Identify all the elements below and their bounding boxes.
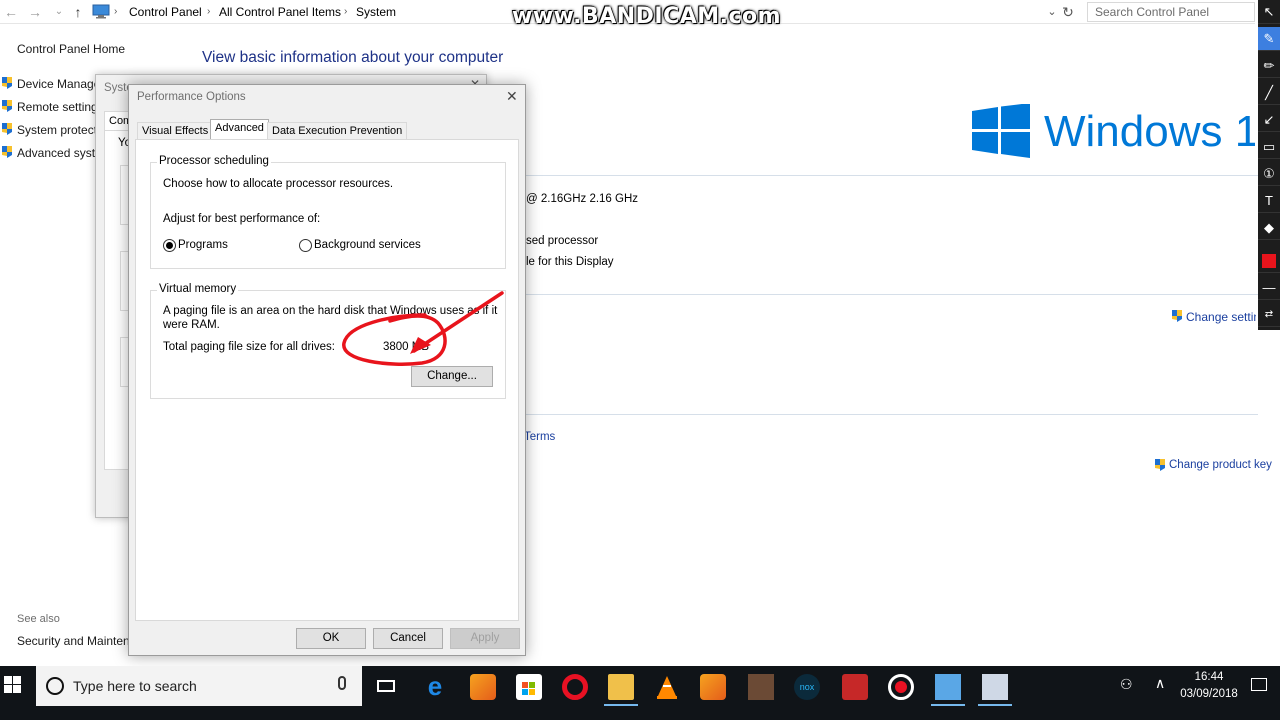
license-terms-link[interactable]: Terms bbox=[524, 431, 555, 443]
anydesk-icon[interactable] bbox=[842, 674, 868, 700]
dialog-title: Performance Options bbox=[137, 91, 246, 103]
vlc-icon[interactable] bbox=[654, 674, 680, 700]
section-divider bbox=[526, 175, 1258, 176]
stroke-width-icon[interactable]: — bbox=[1258, 276, 1280, 300]
ok-button[interactable]: OK bbox=[296, 628, 366, 649]
edge-browser-icon[interactable]: e bbox=[422, 673, 448, 700]
arrow-icon[interactable]: ↙ bbox=[1258, 108, 1280, 132]
system-type-value: sed processor bbox=[526, 235, 599, 247]
shield-icon bbox=[2, 77, 12, 89]
programs-radio[interactable] bbox=[163, 239, 176, 252]
bandicam-record-icon[interactable] bbox=[888, 674, 914, 700]
security-maintenance-link[interactable]: Security and Maintena bbox=[17, 634, 136, 648]
nav-device-manager[interactable]: Device Manage bbox=[17, 77, 100, 91]
cortana-circle-icon bbox=[46, 677, 64, 695]
control-panel-app-icon[interactable] bbox=[931, 674, 965, 706]
clock-date[interactable]: 03/09/2018 bbox=[1176, 688, 1242, 700]
close-icon[interactable]: ✕ bbox=[506, 88, 518, 105]
background-services-radio[interactable] bbox=[299, 239, 312, 252]
nav-advanced-system-settings[interactable]: Advanced syste bbox=[17, 146, 102, 160]
rectangle-icon[interactable]: ▭ bbox=[1258, 135, 1280, 159]
start-windows-icon[interactable] bbox=[4, 676, 22, 694]
chevron-up-icon[interactable]: ∧ bbox=[1155, 675, 1165, 692]
nox-player-icon[interactable]: nox bbox=[794, 674, 820, 700]
tab-advanced[interactable]: Advanced bbox=[210, 119, 269, 140]
change-settings-link[interactable]: Change settin bbox=[1186, 310, 1256, 324]
fl-studio-icon[interactable] bbox=[700, 674, 726, 700]
nav-remote-settings[interactable]: Remote setting bbox=[17, 100, 98, 114]
shield-icon bbox=[2, 123, 12, 135]
control-panel-home-link[interactable]: Control Panel Home bbox=[17, 42, 125, 56]
taskbar: Type here to search e nox ⚇ ∧ 16:44 03/0… bbox=[0, 666, 1280, 720]
taskbar-search-placeholder: Type here to search bbox=[73, 678, 197, 694]
microphone-icon[interactable] bbox=[338, 676, 346, 690]
processor-description: Choose how to allocate processor resourc… bbox=[163, 178, 394, 190]
store-bag-icon[interactable] bbox=[516, 674, 542, 700]
color-swatch-icon[interactable] bbox=[1258, 249, 1280, 273]
see-also-heading: See also bbox=[17, 613, 60, 625]
task-view-icon[interactable] bbox=[374, 674, 400, 700]
line-icon[interactable]: ╱ bbox=[1258, 81, 1280, 105]
back-arrow-icon[interactable]: ← bbox=[2, 3, 20, 21]
virtual-memory-description-2: were RAM. bbox=[163, 319, 220, 331]
cancel-button[interactable]: Cancel bbox=[373, 628, 443, 649]
shield-icon bbox=[2, 146, 12, 158]
app-thumbnail-icon[interactable] bbox=[748, 674, 774, 700]
red-circle-arrow-annotation bbox=[342, 291, 504, 366]
fl-studio-icon[interactable] bbox=[470, 674, 496, 700]
group-label: Processor scheduling bbox=[157, 155, 271, 167]
background-services-label[interactable]: Background services bbox=[314, 239, 421, 251]
text-icon[interactable]: T bbox=[1258, 189, 1280, 213]
shield-icon bbox=[2, 100, 12, 112]
windows-flag-icon bbox=[972, 103, 1030, 158]
group-label: Virtual memory bbox=[157, 283, 239, 295]
apply-button: Apply bbox=[450, 628, 520, 649]
section-divider bbox=[526, 414, 1258, 415]
drawing-toolbar: ↖ ✎ ✏ ╱ ↙ ▭ ① T ◆ — ⇄ bbox=[1258, 0, 1280, 330]
recent-chevron-icon[interactable]: ⌄ bbox=[50, 3, 68, 21]
section-divider bbox=[526, 294, 1258, 295]
opera-icon[interactable] bbox=[562, 674, 588, 700]
eraser-icon[interactable]: ◆ bbox=[1258, 216, 1280, 240]
pen-touch-value: le for this Display bbox=[526, 256, 614, 268]
taskbar-search-box[interactable]: Type here to search bbox=[36, 666, 362, 706]
action-center-icon[interactable] bbox=[1251, 678, 1267, 691]
breadcrumb-control-panel[interactable]: Control Panel bbox=[129, 3, 202, 21]
forward-arrow-icon[interactable]: → bbox=[26, 3, 44, 21]
bandicam-watermark: www.BANDICAM.com bbox=[512, 4, 782, 29]
shield-icon bbox=[1155, 459, 1165, 471]
change-product-key-link[interactable]: Change product key bbox=[1169, 459, 1272, 471]
page-title: View basic information about your comput… bbox=[202, 49, 504, 66]
refresh-icon[interactable]: ↻ bbox=[1059, 3, 1077, 21]
adjust-label: Adjust for best performance of: bbox=[163, 213, 321, 225]
windows-logo bbox=[972, 103, 1030, 161]
tab-visual-effects[interactable]: Visual Effects bbox=[137, 122, 214, 140]
nav-system-protection[interactable]: System protecti bbox=[17, 123, 100, 137]
programs-label[interactable]: Programs bbox=[178, 239, 228, 251]
file-explorer-icon[interactable] bbox=[604, 674, 638, 706]
numbering-icon[interactable]: ① bbox=[1258, 162, 1280, 186]
tab-data-execution-prevention[interactable]: Data Execution Prevention bbox=[267, 122, 408, 140]
breadcrumb-system[interactable]: System bbox=[356, 3, 396, 21]
up-arrow-icon[interactable]: ↑ bbox=[69, 3, 87, 21]
clock-time[interactable]: 16:44 bbox=[1180, 671, 1238, 683]
search-input[interactable]: Search Control Panel bbox=[1087, 2, 1255, 22]
processor-speed: @ 2.16GHz 2.16 GHz bbox=[526, 193, 639, 205]
windows-10-wordmark: Windows 10 bbox=[1044, 107, 1255, 156]
total-paging-label: Total paging file size for all drives: bbox=[163, 341, 335, 353]
highlighter-icon[interactable]: ✏ bbox=[1258, 54, 1280, 78]
cursor-icon[interactable]: ↖ bbox=[1258, 0, 1280, 24]
breadcrumb-all-items[interactable]: All Control Panel Items bbox=[219, 3, 341, 21]
collapse-icon[interactable]: ⇄ bbox=[1258, 303, 1280, 327]
pen-icon[interactable]: ✎ bbox=[1258, 27, 1280, 51]
shield-icon bbox=[1172, 310, 1182, 322]
people-icon[interactable]: ⚇ bbox=[1120, 676, 1133, 693]
processor-scheduling-group: Processor scheduling Choose how to alloc… bbox=[150, 155, 506, 269]
system-properties-app-icon[interactable] bbox=[978, 674, 1012, 706]
